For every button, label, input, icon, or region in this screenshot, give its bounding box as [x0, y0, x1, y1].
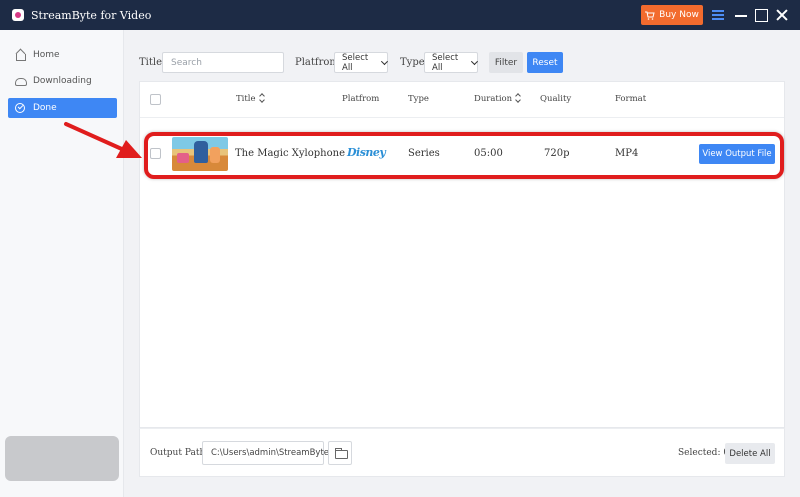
table-header: Title Platfrom Type Duration Quality For… [140, 82, 784, 118]
platform-select[interactable]: Select All [334, 52, 389, 73]
title-filter-label: Title [139, 57, 163, 68]
sidebar-promo-placeholder [5, 436, 119, 481]
column-header-format: Format [615, 94, 647, 104]
filter-button[interactable]: Filter [489, 52, 523, 73]
sidebar-item-label: Downloading [33, 76, 92, 86]
column-header-type: Type [408, 94, 429, 104]
select-all-checkbox[interactable] [150, 94, 161, 105]
app-logo-icon [12, 9, 24, 21]
sidebar: Home Downloading Done [0, 30, 124, 497]
minimize-icon[interactable] [734, 8, 748, 22]
sort-icon [259, 94, 265, 102]
sidebar-item-label: Home [33, 50, 60, 60]
home-icon [15, 50, 26, 61]
chevron-down-icon [471, 57, 479, 65]
sidebar-item-downloading[interactable]: Downloading [8, 71, 117, 91]
platform-filter-label: Platfrom [295, 57, 339, 68]
sidebar-item-done[interactable]: Done [8, 98, 117, 118]
close-icon[interactable] [775, 8, 789, 22]
sidebar-item-label: Done [33, 103, 57, 113]
highlight-box [144, 132, 784, 179]
platform-select-value: Select All [342, 52, 369, 73]
chevron-down-icon [381, 57, 389, 65]
column-header-quality: Quality [540, 94, 572, 104]
footer-bar: Output Path C:\Users\admin\StreamByte Se… [139, 428, 785, 477]
output-path-field[interactable]: C:\Users\admin\StreamByte [202, 441, 329, 465]
buy-now-button[interactable]: Buy Now [641, 5, 703, 25]
selected-count: Selected: 0 [678, 448, 730, 458]
menu-icon[interactable] [711, 8, 725, 22]
buy-now-label: Buy Now [659, 10, 699, 20]
sidebar-item-home[interactable]: Home [8, 45, 117, 65]
maximize-icon[interactable] [754, 8, 768, 22]
column-header-label: Duration [474, 94, 513, 104]
cart-icon [645, 11, 655, 20]
column-header-label: Title [236, 94, 256, 104]
red-arrow-icon [64, 122, 142, 158]
downloading-icon [15, 76, 27, 86]
column-header-platform: Platfrom [342, 94, 380, 104]
column-header-duration[interactable]: Duration [474, 94, 521, 104]
sort-icon [515, 94, 521, 102]
app-title: StreamByte for Video [31, 8, 152, 22]
search-input[interactable] [162, 52, 284, 73]
delete-all-button[interactable]: Delete All [725, 443, 775, 464]
done-check-icon [15, 103, 25, 113]
column-header-title[interactable]: Title [236, 94, 265, 104]
type-select-value: Select All [432, 52, 459, 73]
type-filter-label: Type [400, 57, 425, 68]
folder-icon[interactable] [328, 441, 352, 465]
reset-button[interactable]: Reset [527, 52, 563, 73]
output-path-label: Output Path [150, 448, 206, 458]
type-select[interactable]: Select All [424, 52, 479, 73]
